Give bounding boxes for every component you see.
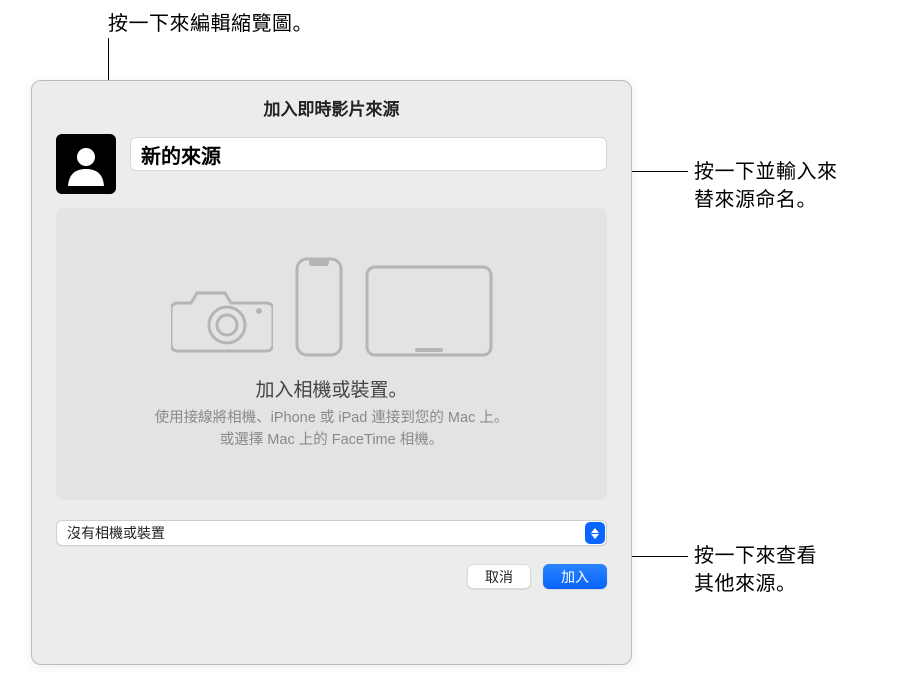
source-header-row	[56, 134, 607, 194]
camera-device-select[interactable]: 沒有相機或裝置	[56, 520, 607, 546]
dialog-title: 加入即時影片來源	[56, 95, 607, 120]
callout-text: 其他來源。	[694, 573, 797, 595]
iphone-icon	[295, 257, 343, 357]
cancel-button[interactable]: 取消	[467, 564, 531, 589]
camera-select-row: 沒有相機或裝置	[56, 520, 607, 546]
callout-text: 按一下來查看	[694, 545, 817, 567]
select-value: 沒有相機或裝置	[67, 523, 165, 543]
camera-icon	[171, 281, 273, 357]
source-thumbnail-button[interactable]	[56, 134, 116, 194]
device-drop-zone: 加入相機或裝置。 使用接線將相機、iPhone 或 iPad 連接到您的 Mac…	[56, 208, 607, 500]
device-zone-description: 使用接線將相機、iPhone 或 iPad 連接到您的 Mac 上。 或選擇 M…	[155, 408, 509, 450]
callout-edit-thumbnail: 按一下來編輯縮覽圖。	[108, 10, 313, 38]
device-zone-desc-line: 使用接線將相機、iPhone 或 iPad 連接到您的 Mac 上。	[155, 410, 509, 426]
ipad-icon	[365, 265, 493, 357]
person-silhouette-icon	[64, 142, 108, 186]
callout-text: 按一下並輸入來	[694, 161, 838, 183]
callout-name-source: 按一下並輸入來 替來源命名。	[694, 158, 894, 214]
add-live-video-source-dialog: 加入即時影片來源 加入相機或	[31, 80, 632, 665]
callout-text: 替來源命名。	[694, 189, 817, 211]
add-button[interactable]: 加入	[543, 564, 607, 589]
source-name-input[interactable]	[130, 137, 607, 171]
device-zone-desc-line: 或選擇 Mac 上的 FaceTime 相機。	[220, 432, 443, 448]
device-zone-title: 加入相機或裝置。	[255, 375, 407, 402]
device-icons-row	[171, 257, 493, 357]
dialog-button-row: 取消 加入	[56, 564, 607, 589]
callout-see-sources: 按一下來查看 其他來源。	[694, 542, 894, 598]
